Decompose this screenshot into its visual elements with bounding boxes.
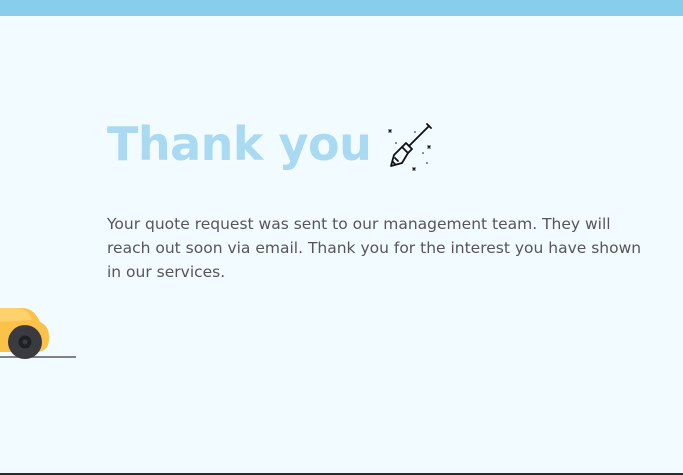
car-illustration bbox=[0, 308, 76, 359]
page-title: Thank you bbox=[107, 117, 372, 171]
top-accent-bar bbox=[0, 0, 683, 16]
broom-sparkle-icon bbox=[388, 123, 433, 171]
confirmation-message: Your quote request was sent to our manag… bbox=[107, 215, 642, 281]
heading-row: Thank you bbox=[107, 112, 435, 176]
